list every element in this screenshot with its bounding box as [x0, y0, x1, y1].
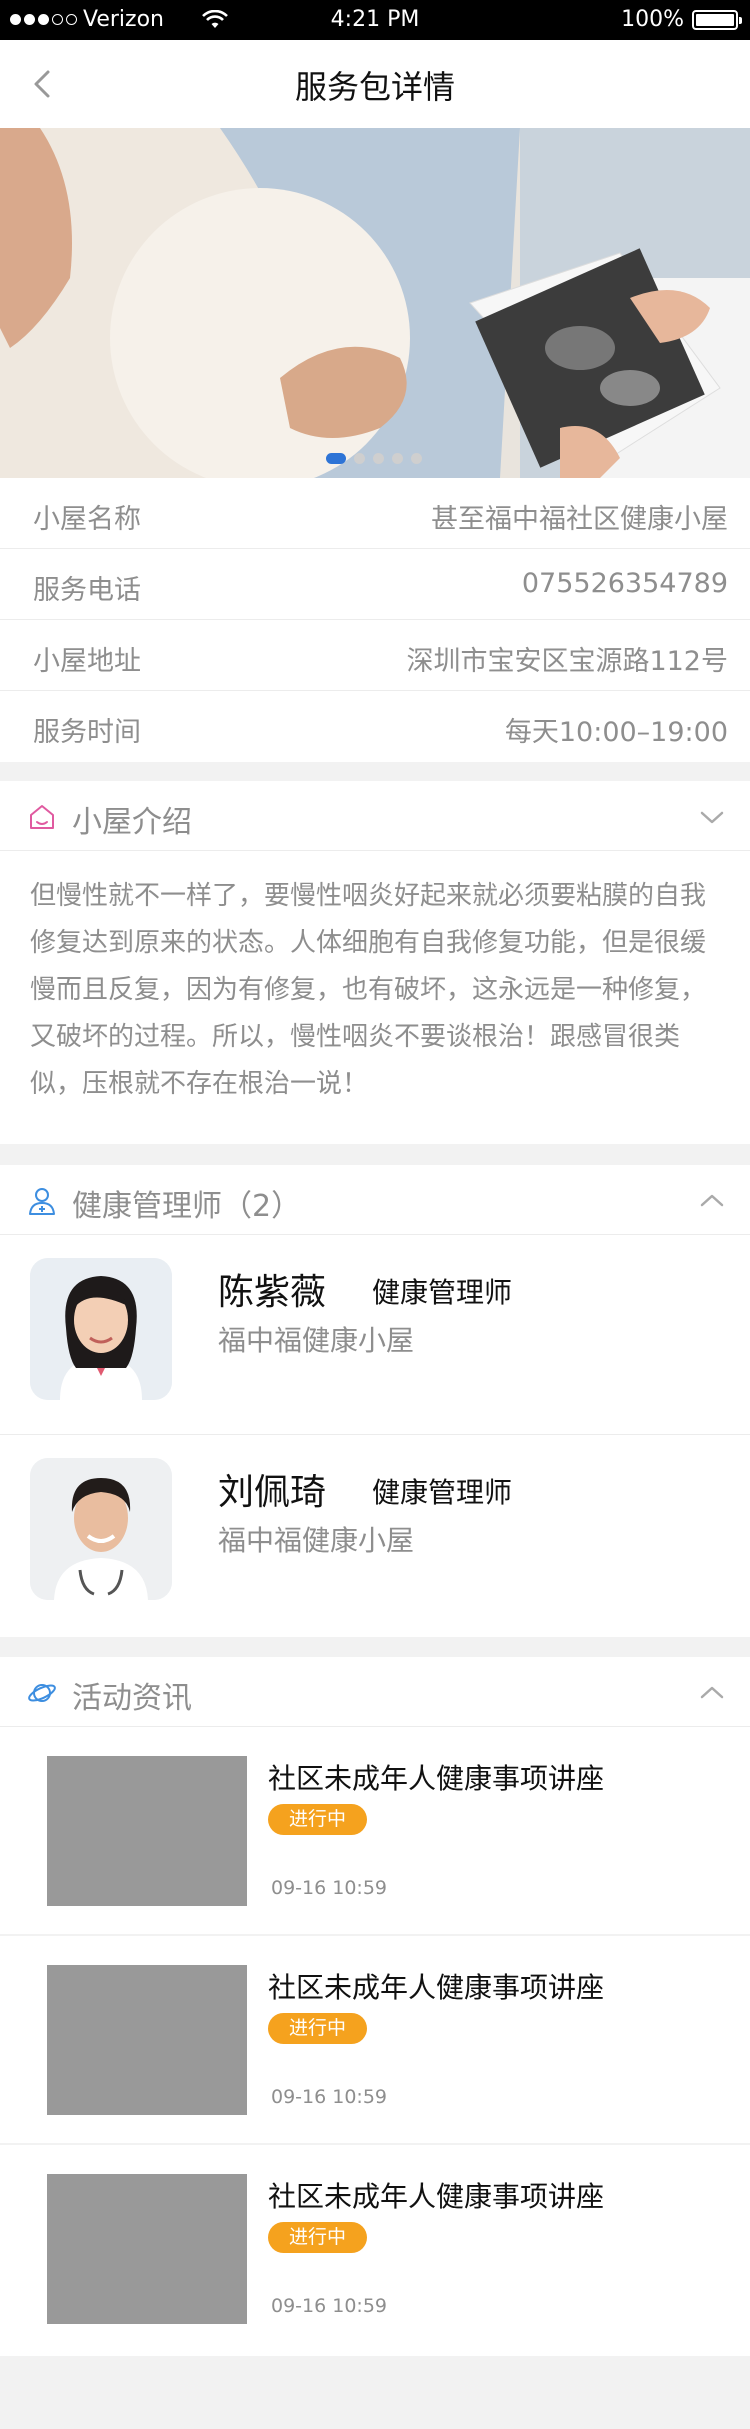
- manager-name: 陈紫薇: [218, 1272, 327, 1313]
- pager-dot[interactable]: [326, 453, 346, 464]
- news-item-time: 09-16 10:59: [271, 2295, 388, 2317]
- pager-dot[interactable]: [392, 453, 403, 464]
- intro-title: 小屋介绍: [72, 805, 192, 840]
- news-item[interactable]: 社区未成年人健康事项讲座 进行中 09-16 10:59: [0, 2145, 750, 2354]
- pager-dot[interactable]: [373, 453, 384, 464]
- news-thumbnail: [47, 2174, 247, 2324]
- avatar: [30, 1258, 172, 1400]
- news-title: 活动资讯: [72, 1681, 192, 1716]
- info-row-name: 小屋名称 甚至福中福社区健康小屋: [0, 478, 750, 549]
- info-value: 甚至福中福社区健康小屋: [431, 504, 728, 535]
- news-thumbnail: [47, 1756, 247, 1906]
- battery-label: 100%: [621, 7, 684, 32]
- news-item-title: 社区未成年人健康事项讲座: [268, 1971, 605, 2004]
- news-item[interactable]: 社区未成年人健康事项讲座 进行中 09-16 10:59: [0, 1936, 750, 2145]
- manager-item[interactable]: 陈紫薇 健康管理师 福中福健康小屋: [0, 1235, 750, 1435]
- managers-section: 健康管理师（2） 陈紫薇 健康管理师 福中福健康小屋 刘佩琦 健康管理师 福中福…: [0, 1165, 750, 1637]
- info-card: 小屋名称 甚至福中福社区健康小屋 服务电话 075526354789 小屋地址 …: [0, 478, 750, 762]
- manager-role: 健康管理师: [372, 1276, 513, 1309]
- news-item-title: 社区未成年人健康事项讲座: [268, 1762, 605, 1795]
- news-section: 活动资讯 社区未成年人健康事项讲座 进行中 09-16 10:59 社区未成年人…: [0, 1657, 750, 2356]
- battery-area: 100%: [621, 7, 742, 32]
- news-item-title: 社区未成年人健康事项讲座: [268, 2180, 605, 2213]
- intro-header[interactable]: 小屋介绍: [0, 781, 750, 851]
- nav-bar: 服务包详情: [0, 40, 750, 128]
- news-header[interactable]: 活动资讯: [0, 1657, 750, 1727]
- banner-carousel[interactable]: [0, 128, 750, 478]
- manager-place: 福中福健康小屋: [218, 1524, 415, 1557]
- news-thumbnail: [47, 1965, 247, 2115]
- news-item[interactable]: 社区未成年人健康事项讲座 进行中 09-16 10:59: [0, 1727, 750, 1936]
- manager-role: 健康管理师: [372, 1476, 513, 1509]
- info-label: 服务电话: [33, 575, 141, 606]
- news-item-time: 09-16 10:59: [271, 2086, 388, 2108]
- chevron-up-icon[interactable]: [698, 1679, 726, 1707]
- status-badge: 进行中: [268, 1804, 367, 1835]
- info-row-phone[interactable]: 服务电话 075526354789: [0, 549, 750, 620]
- news-item-time: 09-16 10:59: [271, 1877, 388, 1899]
- managers-title: 健康管理师（2）: [72, 1189, 302, 1224]
- pager-dot[interactable]: [354, 453, 365, 464]
- info-value: 深圳市宝安区宝源路112号: [406, 646, 728, 677]
- status-badge: 进行中: [268, 2222, 367, 2253]
- chevron-up-icon[interactable]: [698, 1187, 726, 1215]
- chevron-down-icon[interactable]: [698, 803, 726, 831]
- info-row-hours: 服务时间 每天10:00–19:00: [0, 691, 750, 762]
- banner-image: [0, 128, 750, 478]
- intro-section: 小屋介绍 但慢性就不一样了，要慢性咽炎好起来就必须要粘膜的自我修复达到原来的状态…: [0, 781, 750, 1144]
- info-label: 小屋名称: [33, 504, 141, 535]
- managers-header[interactable]: 健康管理师（2）: [0, 1165, 750, 1235]
- page-title: 服务包详情: [294, 68, 455, 106]
- planet-icon: [28, 1684, 56, 1702]
- avatar: [30, 1458, 172, 1600]
- manager-name: 刘佩琦: [218, 1472, 327, 1513]
- battery-icon: [692, 9, 742, 30]
- manager-item[interactable]: 刘佩琦 健康管理师 福中福健康小屋: [0, 1435, 750, 1635]
- pager-dot[interactable]: [411, 453, 422, 464]
- doctor-icon: [29, 1188, 55, 1215]
- status-badge: 进行中: [268, 2013, 367, 2044]
- info-value[interactable]: 075526354789: [522, 568, 728, 599]
- status-bar: Verizon 4:21 PM 100%: [0, 0, 750, 40]
- manager-place: 福中福健康小屋: [218, 1324, 415, 1357]
- info-label: 服务时间: [33, 717, 141, 748]
- intro-text: 但慢性就不一样了，要慢性咽炎好起来就必须要粘膜的自我修复达到原来的状态。人体细胞…: [30, 881, 707, 1099]
- info-value: 每天10:00–19:00: [504, 717, 728, 748]
- house-icon: [30, 805, 54, 829]
- info-label: 小屋地址: [33, 646, 141, 677]
- info-row-address[interactable]: 小屋地址 深圳市宝安区宝源路112号: [0, 620, 750, 691]
- banner-pager: [326, 453, 422, 464]
